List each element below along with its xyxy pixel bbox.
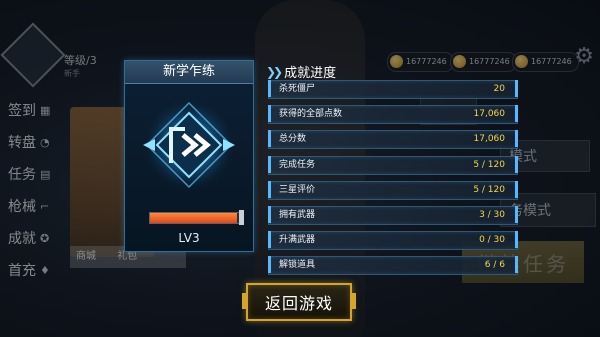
achievement-value: 20 bbox=[493, 84, 505, 94]
achievement-row-missions: 完成任务 5 / 120 bbox=[268, 155, 518, 175]
achievement-value: 17,060 bbox=[473, 109, 506, 120]
return-button-label: 返回游戏 bbox=[264, 294, 333, 313]
xp-progress-fill bbox=[150, 213, 238, 223]
achievement-row-weapons-owned: 拥有武器 3 / 30 bbox=[268, 205, 518, 225]
achievement-value: 6 / 6 bbox=[484, 260, 505, 271]
achievement-row-total-score: 总分数 17,060 bbox=[268, 130, 518, 150]
achievements-title: ❯❯ 成就进度 bbox=[266, 62, 337, 82]
xp-progress-bar bbox=[149, 210, 244, 225]
achievement-label: 总分数 bbox=[279, 134, 307, 145]
achievement-row-total-points: 获得的全部点数 17,060 bbox=[268, 105, 518, 125]
achievement-row-kills: 杀死僵尸 20 bbox=[268, 80, 518, 99]
achievements-title-text: 成就进度 bbox=[284, 66, 337, 81]
rank-card: 新学乍练 LV3 bbox=[124, 60, 254, 252]
return-to-game-button[interactable]: 返回游戏 bbox=[242, 283, 356, 321]
rank-title: 新学乍练 bbox=[125, 61, 253, 84]
achievement-label: 杀死僵尸 bbox=[279, 84, 316, 94]
achievement-row-weapons-maxed: 升满武器 0 / 30 bbox=[268, 231, 518, 251]
rank-emblem-icon bbox=[143, 99, 235, 191]
rank-level: LV3 bbox=[178, 231, 200, 245]
achievement-label: 完成任务 bbox=[279, 159, 316, 170]
achievement-label: 拥有武器 bbox=[279, 209, 316, 220]
double-chevron-icon: ❯❯ bbox=[266, 64, 283, 79]
achievement-list: 杀死僵尸 20 获得的全部点数 17,060 总分数 17,060 完成任务 5… bbox=[268, 80, 518, 282]
achievement-row-items-unlocked: 解锁道具 6 / 6 bbox=[268, 256, 518, 276]
achievement-value: 5 / 120 bbox=[473, 159, 505, 170]
achievement-value: 3 / 30 bbox=[479, 209, 505, 220]
achievement-value: 17,060 bbox=[473, 134, 506, 145]
achievement-value: 0 / 30 bbox=[479, 235, 505, 246]
achievement-label: 升满武器 bbox=[279, 235, 316, 246]
achievement-label: 解锁道具 bbox=[279, 260, 316, 271]
achievement-value: 5 / 120 bbox=[473, 184, 505, 195]
xp-bar-cap bbox=[239, 210, 244, 225]
achievement-label: 三星评价 bbox=[279, 184, 316, 195]
achievement-row-three-star: 三星评价 5 / 120 bbox=[268, 180, 518, 200]
achievement-label: 获得的全部点数 bbox=[279, 109, 343, 120]
